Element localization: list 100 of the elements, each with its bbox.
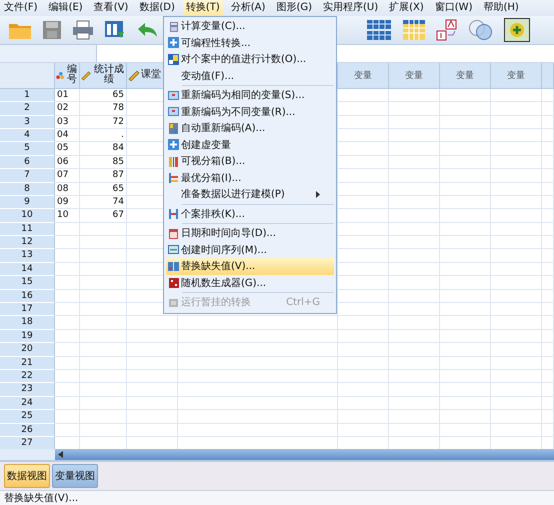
row-number[interactable]: 26 <box>0 424 55 437</box>
column-header[interactable]: 变量 <box>389 62 440 89</box>
circles-icon[interactable] <box>468 18 494 41</box>
horizontal-scrollbar[interactable] <box>55 449 554 460</box>
table-cell <box>338 182 389 196</box>
table-cell <box>389 142 440 156</box>
table-cell <box>542 182 554 196</box>
cell-name-box[interactable] <box>0 44 97 62</box>
menu-item[interactable]: 实用程序(U) <box>320 0 382 16</box>
column-header[interactable]: 变量 <box>440 62 491 89</box>
menu-item[interactable]: 图形(G) <box>273 0 315 16</box>
menu-item[interactable]: 查看(V) <box>90 0 132 16</box>
row-number[interactable]: 20 <box>0 343 55 357</box>
table-cell <box>389 370 440 384</box>
row-number[interactable]: 16 <box>0 290 55 304</box>
table-cell <box>338 303 389 316</box>
row-number[interactable]: 8 <box>0 182 55 196</box>
table-cell <box>542 102 554 116</box>
menu-item[interactable]: 最优分箱(I)... <box>166 170 334 186</box>
menu-item[interactable]: 自动重新编码(A)... <box>166 120 334 136</box>
table-cell <box>542 142 554 156</box>
menu-item[interactable]: 窗口(W) <box>432 0 476 16</box>
row-number[interactable]: 14 <box>0 262 55 276</box>
menu-item[interactable]: 重新编码为不同变量(R)... <box>166 104 334 120</box>
table-cell <box>491 209 542 223</box>
row-number[interactable]: 13 <box>0 249 55 263</box>
status-text: 替换缺失值(V)... <box>4 492 78 505</box>
row-number[interactable]: 6 <box>0 156 55 170</box>
menu-item[interactable]: 转换(T) <box>182 0 223 16</box>
column-header[interactable]: 编号 <box>55 62 80 89</box>
menu-item[interactable]: 编辑(E) <box>46 0 86 16</box>
table-cell: 74 <box>80 196 127 210</box>
row-number[interactable]: 3 <box>0 116 55 129</box>
plus-icon <box>168 37 178 48</box>
table-cell <box>389 356 440 370</box>
undo-icon[interactable] <box>136 22 158 38</box>
view-tab[interactable]: 数据视图 <box>4 464 50 488</box>
table-cell <box>440 102 491 116</box>
row-number[interactable]: 21 <box>0 356 55 370</box>
table-cell <box>491 128 542 142</box>
menu-item[interactable]: 分析(A) <box>228 0 268 16</box>
row-number[interactable]: 17 <box>0 303 55 316</box>
replace-icon <box>168 260 178 272</box>
column-header[interactable]: 统计成绩 <box>80 62 127 89</box>
menu-item[interactable]: 帮助(H) <box>480 0 522 16</box>
column-header[interactable]: 变量 <box>338 62 389 89</box>
table-cell <box>389 343 440 357</box>
row-number[interactable]: 23 <box>0 383 55 397</box>
table-cell <box>542 249 554 263</box>
column-header[interactable]: 变量 <box>491 62 542 89</box>
table-cell <box>542 410 554 424</box>
view-tab[interactable]: 变量视图 <box>52 464 98 488</box>
table-cell: 03 <box>55 116 80 129</box>
row-number[interactable]: 22 <box>0 370 55 384</box>
row-number[interactable]: 1 <box>0 88 55 102</box>
menu-item[interactable]: 数据(D) <box>136 0 178 16</box>
menu-item[interactable]: 重新编码为相同的变量(S)... <box>166 87 334 104</box>
menu-item[interactable]: 文件(F) <box>1 0 41 16</box>
table-cell <box>542 424 554 437</box>
row-number[interactable]: 7 <box>0 169 55 183</box>
row-number[interactable]: 25 <box>0 410 55 424</box>
save-icon[interactable] <box>42 20 62 40</box>
row-number[interactable]: 5 <box>0 142 55 156</box>
table-cell <box>338 330 389 344</box>
menu-item[interactable]: 可视分箱(B)... <box>166 153 334 170</box>
table-cell <box>440 128 491 142</box>
row-number[interactable]: 10 <box>0 209 55 223</box>
row-number[interactable]: 11 <box>0 222 55 236</box>
table-cell <box>338 236 389 250</box>
left-arrow-icon[interactable] <box>58 451 64 458</box>
row-number[interactable]: 27 <box>0 436 55 450</box>
table-cell <box>389 236 440 250</box>
table-cell <box>542 209 554 223</box>
table-cell <box>338 276 389 290</box>
row-number[interactable]: 19 <box>0 330 55 344</box>
plus-icon[interactable] <box>504 18 530 42</box>
row-number[interactable]: 12 <box>0 236 55 250</box>
value-labels-icon[interactable] <box>436 18 458 41</box>
menu-item[interactable]: 计算变量(C)... <box>166 18 334 34</box>
table-cell <box>440 343 491 357</box>
data-import-icon[interactable] <box>104 20 126 40</box>
menu-item[interactable]: 随机数生成器(G)... <box>166 274 334 291</box>
row-number[interactable]: 15 <box>0 276 55 290</box>
menu-item[interactable]: 创建虚变量 <box>166 136 334 153</box>
menu-item[interactable]: 日期和时间向导(D)... <box>166 225 334 242</box>
menu-item[interactable]: 可编程性转换... <box>166 34 334 51</box>
row-number[interactable]: 4 <box>0 128 55 142</box>
menu-item[interactable]: 准备数据以进行建模(P) <box>166 186 334 202</box>
row-number[interactable]: 24 <box>0 396 55 410</box>
menu-item[interactable]: 创建时间序列(M)... <box>166 242 334 258</box>
row-number[interactable]: 9 <box>0 196 55 210</box>
row-number[interactable]: 2 <box>0 102 55 116</box>
table-cell <box>338 262 389 276</box>
menu-item[interactable]: 扩展(X) <box>386 0 427 16</box>
printer-icon[interactable] <box>72 20 94 40</box>
row-number[interactable]: 18 <box>0 316 55 330</box>
menu-item[interactable]: 替换缺失值(V)... <box>166 258 334 274</box>
table-cell <box>55 316 80 330</box>
table-cell <box>491 410 542 424</box>
menu-item[interactable]: 个案排秩(K)... <box>166 206 334 222</box>
